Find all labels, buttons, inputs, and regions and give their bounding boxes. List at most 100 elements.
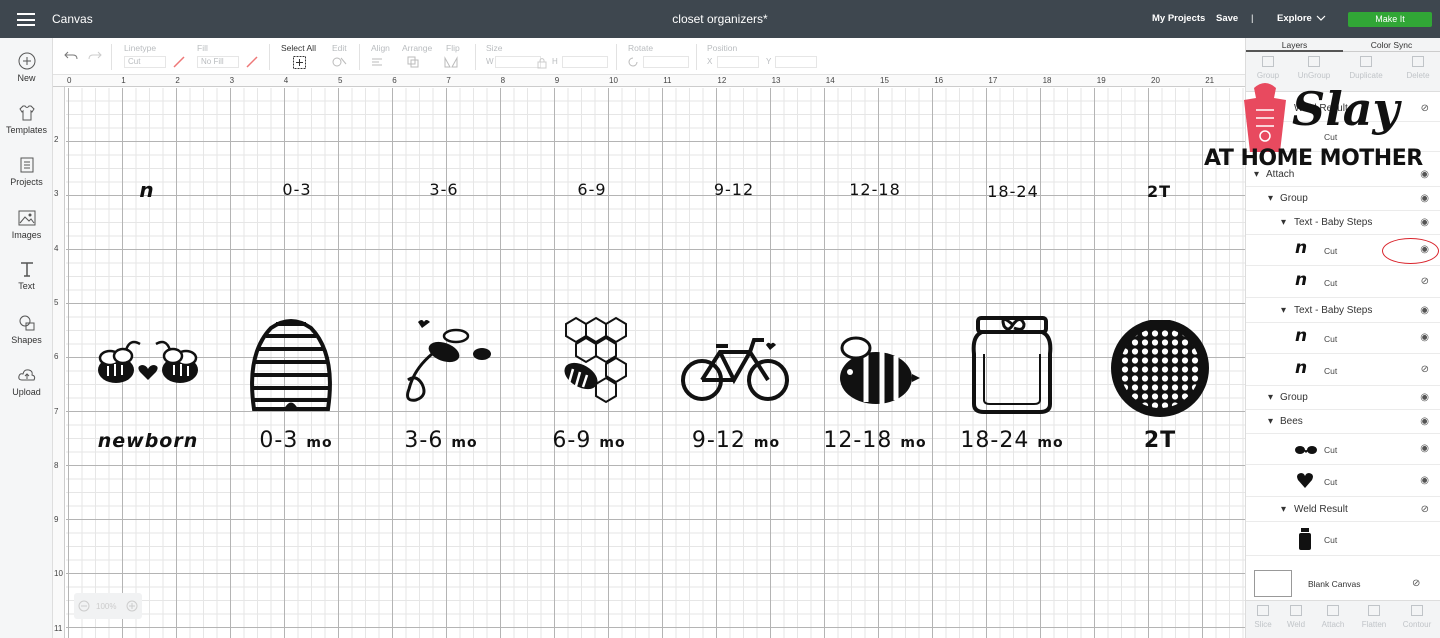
eye-icon[interactable]: ◉ (1420, 392, 1429, 403)
width-input[interactable] (495, 56, 541, 68)
upload-cloud-icon (17, 369, 35, 381)
eye-hidden-icon[interactable]: ⊘ (1421, 364, 1429, 375)
zoom-out-icon[interactable] (78, 600, 90, 612)
my-projects-link[interactable]: My Projects (1152, 13, 1205, 24)
blank-canvas-swatch[interactable] (1254, 570, 1292, 597)
fill-color-swatch[interactable] (246, 56, 258, 68)
make-it-button[interactable]: Make It (1348, 12, 1432, 27)
ruler-number: 18 (1042, 76, 1052, 85)
tab-layers[interactable]: Layers (1246, 40, 1343, 52)
nav-upload[interactable]: Upload (0, 366, 53, 397)
bees-heart-icon[interactable] (88, 330, 208, 400)
redo-icon[interactable] (87, 49, 103, 63)
edit-icon[interactable] (332, 56, 350, 69)
ruler-number: 8 (54, 460, 59, 470)
honey-jar-icon[interactable] (964, 314, 1060, 414)
layer-row-text[interactable]: ▾ Text - Baby Steps ◉ (1246, 211, 1440, 235)
symbol-text[interactable]: 3-6 (379, 180, 509, 199)
tab-color-sync[interactable]: Color Sync (1343, 40, 1440, 50)
symbol-text[interactable]: 9-12 (669, 180, 799, 199)
undo-icon[interactable] (63, 49, 79, 63)
layer-row-cut[interactable]: n Cut ⊘ (1246, 354, 1440, 386)
eye-icon[interactable]: ◉ (1420, 332, 1429, 343)
symbol-text[interactable]: 12-18 (810, 180, 940, 199)
ruler-number: 12 (717, 76, 727, 85)
left-nav: New Templates Projects Images Text Shape… (0, 38, 53, 638)
rotate-input[interactable] (643, 56, 689, 68)
nav-text[interactable]: Text (0, 260, 53, 291)
symbol-text[interactable]: 18-24 (948, 182, 1078, 201)
size-label-text[interactable]: 0-3 mo (226, 428, 366, 453)
contour-button[interactable]: Contour (1397, 605, 1437, 629)
symbol-text[interactable]: n (82, 178, 212, 202)
duplicate-button[interactable]: Duplicate (1346, 56, 1386, 80)
weld-button[interactable]: Weld (1276, 605, 1316, 629)
bottom-tools: Slice Weld Attach Flatten Contour (1246, 600, 1440, 638)
nav-images[interactable]: Images (0, 209, 53, 240)
width-label: W (486, 57, 494, 66)
explore-menu[interactable]: Explore (1277, 13, 1312, 24)
honeycomb-circle-icon[interactable] (1110, 320, 1210, 420)
eye-icon[interactable]: ◉ (1420, 475, 1429, 486)
ruler-number: 0 (67, 76, 72, 85)
eye-icon[interactable]: ◉ (1420, 217, 1429, 228)
bee-icon[interactable] (830, 332, 920, 408)
nav-projects[interactable]: Projects (0, 156, 53, 187)
zoom-in-icon[interactable] (126, 600, 138, 612)
ruler-number: 15 (880, 76, 889, 85)
symbol-text[interactable]: 6-9 (527, 180, 657, 199)
save-link[interactable]: Save (1216, 13, 1238, 24)
size-label-text[interactable]: 6-9 mo (519, 428, 659, 453)
bicycle-icon[interactable] (680, 328, 792, 408)
eye-icon[interactable]: ◉ (1420, 193, 1429, 204)
apron-icon (1244, 83, 1286, 152)
attach-button[interactable]: Attach (1313, 605, 1353, 629)
layer-row-group[interactable]: ▾ Group ◉ (1246, 386, 1440, 410)
nav-new[interactable]: New (0, 52, 53, 83)
nav-shapes[interactable]: Shapes (0, 314, 53, 345)
x-label: X (707, 57, 713, 66)
size-label-text[interactable]: 12-18 mo (805, 428, 945, 453)
symbol-text[interactable]: 0-3 (232, 180, 362, 199)
layer-row-cut[interactable]: Cut (1246, 522, 1440, 556)
size-label-text[interactable]: 2T (1090, 428, 1230, 453)
layer-row-weld[interactable]: ▾ Weld Result ⊘ (1246, 497, 1440, 522)
eye-icon[interactable]: ◉ (1420, 416, 1429, 427)
group-button[interactable]: Group (1248, 56, 1288, 80)
delete-button[interactable]: Delete (1398, 56, 1438, 80)
layer-row-cut[interactable]: n Cut ◉ (1246, 323, 1440, 354)
beehive-icon[interactable] (246, 314, 336, 414)
flying-bee-icon[interactable] (394, 314, 494, 414)
flip-icon[interactable] (444, 56, 462, 69)
x-input[interactable] (717, 56, 759, 68)
design-canvas[interactable]: n 0-3 3-6 6-9 9-12 12-18 18-24 2T newbor… (66, 88, 1245, 638)
chevron-down-icon[interactable] (1316, 14, 1326, 22)
eye-hidden-icon[interactable]: ⊘ (1412, 578, 1420, 589)
layer-row-group[interactable]: ▾ Group ◉ (1246, 187, 1440, 211)
symbol-text[interactable]: 2T (1094, 182, 1224, 201)
flatten-button[interactable]: Flatten (1354, 605, 1394, 629)
layer-row-cut[interactable]: Cut ◉ (1246, 434, 1440, 465)
height-input[interactable] (562, 56, 608, 68)
layer-row-cut[interactable]: Cut ◉ (1246, 465, 1440, 497)
layer-row-bees[interactable]: ▾ Bees ◉ (1246, 410, 1440, 434)
y-input[interactable] (775, 56, 817, 68)
eye-hidden-icon[interactable]: ⊘ (1421, 504, 1429, 515)
layer-row-text[interactable]: ▾ Text - Baby Steps ◉ (1246, 298, 1440, 323)
ungroup-button[interactable]: UnGroup (1294, 56, 1334, 80)
layer-row-cut[interactable]: n Cut ⊘ (1246, 266, 1440, 298)
size-label-text[interactable]: 18-24 mo (942, 428, 1082, 453)
honeycomb-bee-icon[interactable] (546, 314, 646, 414)
eye-hidden-icon[interactable]: ⊘ (1421, 276, 1429, 287)
size-label-text[interactable]: 3-6 mo (371, 428, 511, 453)
size-label-text[interactable]: newborn (78, 430, 218, 452)
eye-icon[interactable]: ◉ (1420, 305, 1429, 316)
align-icon[interactable] (371, 57, 389, 68)
lock-icon[interactable] (537, 57, 547, 69)
size-label-text[interactable]: 9-12 mo (666, 428, 806, 453)
select-all-icon[interactable] (293, 56, 306, 69)
linetype-color-swatch[interactable] (173, 56, 185, 68)
eye-icon[interactable]: ◉ (1420, 443, 1429, 454)
nav-templates[interactable]: Templates (0, 104, 53, 135)
arrange-icon[interactable] (407, 56, 425, 69)
